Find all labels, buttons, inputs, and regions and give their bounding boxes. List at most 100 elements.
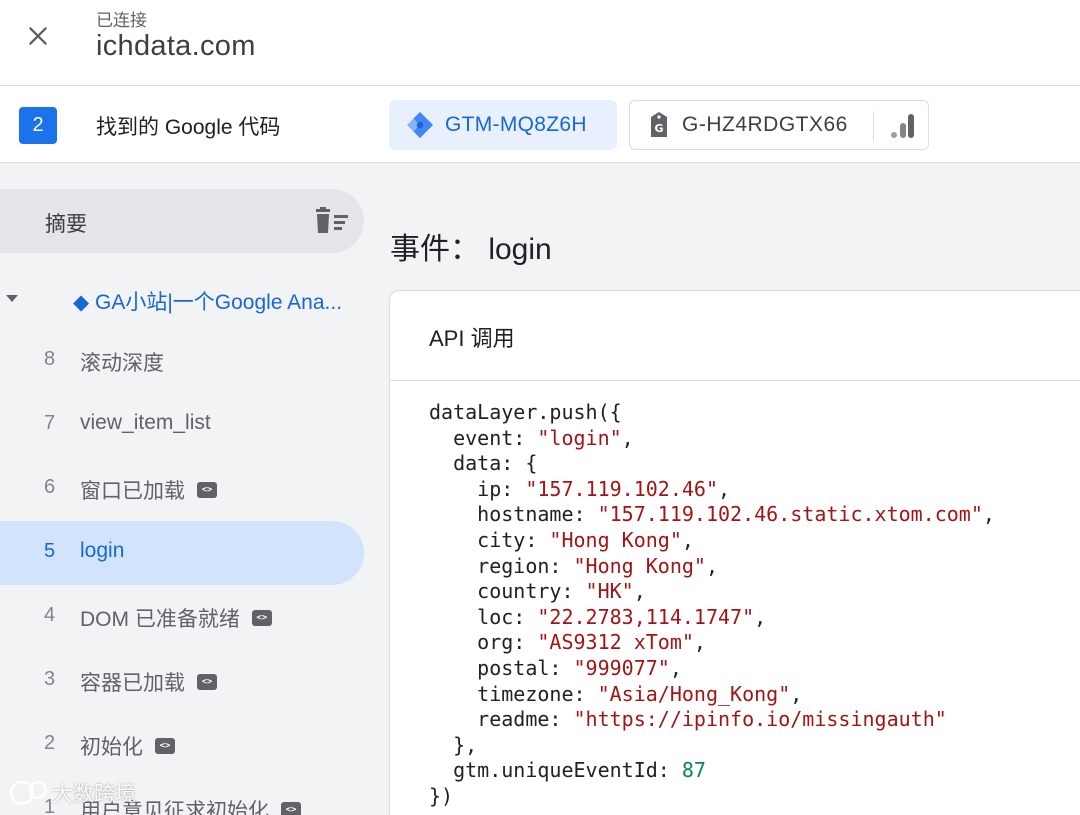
code-string: "Hong Kong" — [573, 553, 706, 578]
code-line: postal: "999077", — [429, 656, 995, 682]
code-string: "157.119.102.46" — [525, 476, 718, 501]
event-item[interactable]: 2 初始化 <> — [0, 713, 364, 777]
code-event-icon: <> — [197, 674, 217, 691]
event-item[interactable]: 7 view_item_list — [0, 393, 364, 457]
watermark-text: 大数跨境 — [52, 783, 136, 806]
code-text: ip: — [429, 476, 526, 501]
event-name: 窗口已加载 <> — [80, 475, 217, 505]
event-name-text: 窗口已加载 — [80, 480, 185, 503]
card-title: API 调用 — [429, 326, 515, 351]
code-text: , — [681, 527, 694, 552]
code-line: country: "HK", — [429, 579, 995, 605]
code-text: }) — [429, 783, 454, 808]
code-line: loc: "22.2783,114.1747", — [429, 605, 995, 631]
event-name-text: 初始化 — [80, 736, 143, 759]
event-item[interactable]: 6 窗口已加载 <> — [0, 457, 364, 521]
code-text: city: — [429, 527, 550, 552]
code-line: timezone: "Asia/Hong_Kong", — [429, 682, 995, 708]
event-title: 事件： login — [390, 233, 552, 266]
code-text: , — [717, 476, 731, 501]
event-number: 2 — [44, 732, 56, 754]
code-line: readme: "https://ipinfo.io/missingauth" — [429, 707, 995, 733]
code-text: org: — [429, 630, 538, 655]
gtm-tag-chip[interactable]: GTM-MQ8Z6H — [389, 100, 617, 150]
event-item[interactable]: 3 容器已加载 <> — [0, 649, 364, 713]
code-line: event: "login", — [429, 426, 995, 452]
event-number: 8 — [44, 348, 56, 370]
container-group[interactable]: ◆ GA小站|一个Google Ana... — [0, 273, 364, 323]
code-text: , — [621, 425, 634, 450]
event-name: view_item_list — [80, 411, 211, 435]
chip-divider — [873, 111, 874, 141]
google-tag-icon: G — [651, 112, 667, 137]
code-string: "157.119.102.46.static.xtom.com" — [597, 502, 983, 527]
event-name-text: login — [80, 539, 125, 562]
code-text: readme: — [429, 707, 574, 732]
event-name: login — [80, 539, 124, 563]
event-name-text: DOM 已准备就绪 — [80, 608, 240, 631]
event-name: DOM 已准备就绪 <> — [80, 603, 272, 633]
event-number: 7 — [44, 412, 56, 434]
code-text: dataLayer.push({ — [429, 400, 622, 424]
event-number: 5 — [44, 540, 56, 562]
summary-label: 摘要 — [45, 213, 87, 236]
code-text: data: { — [429, 451, 538, 476]
event-item-active[interactable]: 5 login — [0, 521, 364, 585]
code-line: hostname: "157.119.102.46.static.xtom.co… — [429, 502, 995, 528]
watermark: 大数跨境 — [8, 778, 136, 808]
code-text: region: — [429, 553, 574, 578]
code-text: }, — [429, 732, 478, 757]
close-icon[interactable] — [25, 23, 51, 49]
code-text: , — [669, 655, 682, 680]
top-header: 已连接 ichdata.com — [0, 0, 1080, 86]
code-text: postal: — [429, 655, 574, 680]
code-line: }) — [429, 784, 995, 810]
code-text: , — [790, 681, 803, 706]
event-number: 3 — [44, 668, 56, 690]
code-event-icon: <> — [197, 482, 217, 499]
api-call-card: API 调用 dataLayer.push({ event: "login", … — [389, 290, 1080, 815]
code-line: }, — [429, 733, 995, 759]
code-string: "https://ipinfo.io/missingauth" — [573, 707, 947, 732]
code-text: , — [754, 604, 767, 629]
gtm-diamond-icon — [407, 112, 433, 138]
code-line: dataLayer.push({ — [429, 400, 995, 426]
code-line: city: "Hong Kong", — [429, 528, 995, 554]
code-string: "AS9312 xTom" — [537, 630, 694, 655]
analytics-icon — [891, 114, 914, 138]
found-tags-label: 找到的 Google 代码 — [96, 116, 281, 139]
event-name-text: 滚动深度 — [80, 352, 164, 375]
event-item[interactable]: 4 DOM 已准备就绪 <> — [0, 585, 364, 649]
site-domain: ichdata.com — [96, 30, 256, 62]
code-text: hostname: — [429, 502, 598, 527]
card-header: API 调用 — [390, 291, 1080, 381]
code-text: , — [705, 553, 718, 578]
code-string: "22.2783,114.1747" — [537, 604, 755, 629]
event-number: 6 — [44, 476, 56, 498]
event-name: 初始化 <> — [80, 731, 175, 761]
code-string: "HK" — [585, 579, 634, 604]
code-event-icon: <> — [251, 610, 272, 627]
summary-item[interactable]: 摘要 — [0, 189, 364, 253]
event-name-text: 容器已加载 — [80, 672, 185, 695]
code-text: event: — [429, 425, 538, 450]
code-string: "login" — [537, 425, 622, 450]
code-event-icon: <> — [155, 738, 175, 755]
tag-count-badge: 2 — [19, 107, 57, 144]
event-item[interactable]: 8 滚动深度 — [0, 329, 364, 393]
code-line: ip: "157.119.102.46", — [429, 477, 995, 503]
close-button[interactable] — [20, 18, 56, 54]
code-string: "999077" — [573, 655, 670, 680]
code-text: gtm.uniqueEventId: — [429, 758, 682, 783]
ga-tag-chip[interactable]: G G-HZ4RDGTX66 — [629, 100, 929, 150]
clear-events-icon[interactable] — [314, 207, 350, 235]
svg-text:G: G — [654, 122, 663, 135]
code-text: loc: — [429, 604, 538, 629]
event-name: 滚动深度 — [80, 347, 164, 377]
code-line: gtm.uniqueEventId: 87 — [429, 758, 995, 784]
code-string: "Asia/Hong_Kong" — [597, 681, 791, 706]
code-text: , — [982, 502, 995, 527]
event-name: 容器已加载 <> — [80, 667, 217, 697]
code-text: country: — [429, 579, 586, 604]
caret-down-icon[interactable] — [5, 294, 19, 303]
